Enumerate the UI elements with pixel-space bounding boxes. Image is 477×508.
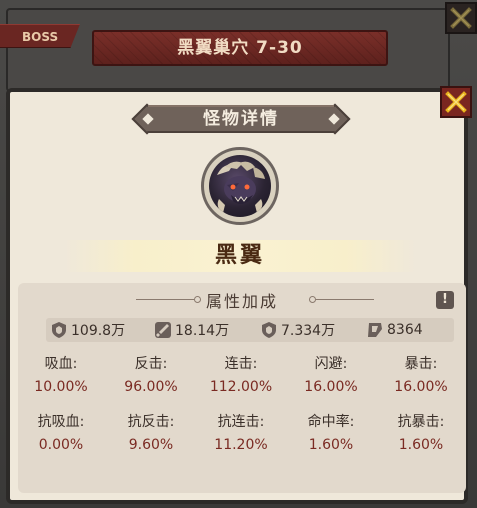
close-button[interactable] xyxy=(440,86,472,118)
background-close-button[interactable] xyxy=(445,2,477,34)
stage-title-bar: 黑翼巢穴 7-30 xyxy=(92,30,388,66)
attributes-title: 属性加成 xyxy=(205,292,278,311)
stat-defense: 7.334万 xyxy=(260,318,335,342)
dragon-portrait xyxy=(209,155,271,217)
boot-icon xyxy=(366,321,384,339)
monster-avatar xyxy=(201,147,279,225)
close-icon xyxy=(445,91,467,113)
monster-name-band: 黑翼 xyxy=(64,240,416,272)
attr-accuracy-label: 命中率: xyxy=(307,414,355,430)
attributes-title-wrap: 属性加成 xyxy=(18,291,466,313)
stat-value: 109.8万 xyxy=(71,323,126,339)
attr-combo-value: 112.00% xyxy=(209,379,273,395)
attr-anti-counter-label: 抗反击: xyxy=(127,414,175,430)
attr-anti-combo-label: 抗连击: xyxy=(217,414,265,430)
stat-attack: 18.14万 xyxy=(154,318,229,342)
stat-value: 8364 xyxy=(387,322,423,338)
dragon-icon xyxy=(217,161,265,213)
dialog-title-ribbon: 怪物详情 xyxy=(128,103,354,135)
attr-dodge-label: 闪避: xyxy=(314,356,348,372)
stat-value: 18.14万 xyxy=(175,323,230,339)
attr-lifesteal-value: 10.00% xyxy=(34,379,88,395)
boss-tag: BOSS xyxy=(0,24,80,48)
attr-combo-label: 连击: xyxy=(224,356,258,372)
attr-accuracy-value: 1.60% xyxy=(308,437,354,453)
attr-anti-counter-value: 9.60% xyxy=(128,437,174,453)
shield-icon xyxy=(50,321,68,339)
attr-anti-crit-label: 抗暴击: xyxy=(397,414,445,430)
dialog-title: 怪物详情 xyxy=(203,109,279,129)
summary-stats-row: 109.8万 18.14万 7.334万 8364 xyxy=(46,318,454,342)
stat-hp: 109.8万 xyxy=(50,318,125,342)
attr-dodge-value: 16.00% xyxy=(304,379,358,395)
stat-speed: 8364 xyxy=(366,318,423,342)
close-icon xyxy=(450,7,472,29)
stat-value: 7.334万 xyxy=(281,323,336,339)
attr-anti-lifesteal-label: 抗吸血: xyxy=(37,414,85,430)
attr-anti-combo-value: 11.20% xyxy=(214,437,268,453)
stage-title: 黑翼巢穴 7-30 xyxy=(177,38,303,58)
attr-anti-crit-value: 1.60% xyxy=(398,437,444,453)
attr-crit-label: 暴击: xyxy=(404,356,438,372)
attr-lifesteal-label: 吸血: xyxy=(44,356,78,372)
attr-counter-label: 反击: xyxy=(134,356,168,372)
attributes-panel: 属性加成 ! 109.8万 18.14万 7.334万 8364 吸血: 反击:… xyxy=(18,283,466,493)
monster-name: 黑翼 xyxy=(214,243,265,268)
info-button[interactable]: ! xyxy=(436,291,454,309)
shield-icon xyxy=(260,321,278,339)
attr-counter-value: 96.00% xyxy=(124,379,178,395)
attr-crit-value: 16.00% xyxy=(394,379,448,395)
sword-icon xyxy=(154,321,172,339)
attr-anti-lifesteal-value: 0.00% xyxy=(38,437,84,453)
